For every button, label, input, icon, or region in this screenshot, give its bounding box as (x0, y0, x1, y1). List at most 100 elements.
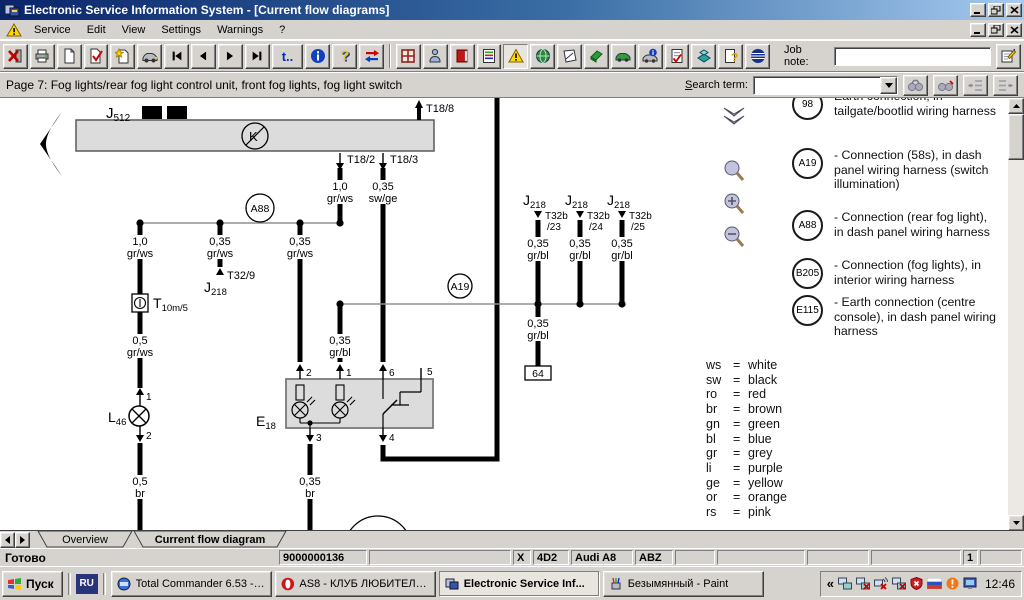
vehicle-data-button[interactable] (611, 44, 636, 69)
new-document-button[interactable] (57, 44, 82, 69)
modules-button[interactable] (396, 44, 421, 69)
tray-collapse-icon[interactable]: « (827, 576, 834, 591)
network-error2-icon[interactable] (892, 577, 906, 590)
combo-dropdown-button[interactable] (880, 77, 897, 94)
tab-overview[interactable]: Overview (38, 531, 132, 547)
nav-next-button[interactable] (218, 44, 243, 69)
manuals-button[interactable] (450, 44, 475, 69)
job-note-label: Job note: (784, 44, 829, 68)
svg-text:4: 4 (389, 433, 395, 444)
swap-button[interactable] (359, 44, 384, 69)
scroll-down-button[interactable] (1008, 515, 1024, 530)
tab-scroll-right-button[interactable] (15, 532, 30, 548)
tab-scroll-left-button[interactable] (0, 532, 15, 548)
edit-document-button[interactable] (84, 44, 109, 69)
child-restore-button[interactable] (988, 23, 1004, 37)
search-term-value[interactable] (754, 77, 880, 94)
equals-sign: = (733, 402, 748, 417)
color-name: brown (748, 402, 787, 417)
menu-help[interactable]: ? (271, 22, 293, 38)
document-warning-icon[interactable] (6, 23, 22, 37)
network-error-icon[interactable] (856, 577, 870, 590)
task-total-commander[interactable]: Total Commander 6.53 - ... (111, 571, 272, 597)
nav-prev-button[interactable] (191, 44, 216, 69)
svg-text:2: 2 (306, 368, 312, 379)
vertical-scrollbar[interactable] (1008, 98, 1024, 530)
wireless-error-icon[interactable] (874, 577, 888, 590)
document-help-button[interactable]: ? (718, 44, 743, 69)
connection-code-badge: A88 (792, 210, 823, 241)
vehicle-info-button[interactable] (638, 44, 663, 69)
application-window: Electronic Service Information System - … (0, 0, 1024, 600)
svg-text:2: 2 (146, 431, 152, 442)
indent-next-button[interactable] (993, 75, 1018, 96)
workshop-icon (696, 48, 712, 64)
menu-view[interactable]: View (114, 22, 154, 38)
checklist-button[interactable] (665, 44, 690, 69)
zoom-in-icon[interactable] (722, 192, 746, 216)
nav-last-button[interactable] (245, 44, 270, 69)
vehicle-button[interactable] (137, 44, 162, 69)
wire-e18-pin2: 0,35 gr/ws (287, 223, 314, 362)
menu-edit[interactable]: Edit (79, 22, 114, 38)
network-icon[interactable] (838, 577, 852, 590)
job-note-input[interactable] (834, 47, 991, 66)
k-symbol: K (249, 129, 258, 144)
search-button[interactable] (903, 75, 928, 96)
taskbar: Пуск RU Total Commander 6.53 - ... AS8 -… (0, 566, 1024, 600)
zoom-icon[interactable] (722, 159, 746, 183)
warnings-button[interactable] (503, 44, 528, 69)
close-button[interactable] (1006, 3, 1022, 17)
page-back-arrow[interactable] (40, 112, 62, 176)
history-button[interactable]: t.. (272, 44, 304, 69)
checklist-icon (669, 48, 685, 64)
menu-warnings[interactable]: Warnings (209, 22, 271, 38)
taskbar-separator (103, 573, 106, 595)
task-browser[interactable]: AS8 - КЛУБ ЛЮБИТЕЛЕ... (275, 571, 436, 597)
language-indicator[interactable]: RU (76, 574, 98, 594)
search-term-combo[interactable] (753, 76, 898, 95)
customer-button[interactable] (423, 44, 448, 69)
restore-button[interactable] (988, 3, 1004, 17)
help-button[interactable]: ?? (332, 44, 357, 69)
indent-prev-button[interactable] (963, 75, 988, 96)
print-button[interactable] (30, 44, 55, 69)
sphere-icon (750, 48, 766, 64)
document-list-button[interactable] (477, 44, 502, 69)
workshop-button[interactable] (691, 44, 716, 69)
diagram-area[interactable]: K J512 3 8 T18/8 T18/2 1 (0, 97, 1024, 530)
svg-text:sw/ge: sw/ge (369, 193, 398, 205)
security-alert-icon[interactable] (910, 577, 923, 590)
start-button[interactable]: Пуск (2, 571, 63, 597)
zoom-out-icon[interactable] (722, 225, 746, 249)
tab-current-flow-diagram[interactable]: Current flow diagram (134, 531, 286, 547)
svg-text:br: br (135, 488, 145, 500)
scrollbar-thumb[interactable] (1008, 114, 1024, 160)
menu-service[interactable]: Service (26, 22, 79, 38)
job-note-edit-button[interactable] (996, 44, 1021, 69)
display-icon[interactable] (963, 577, 977, 590)
minimize-button[interactable] (970, 3, 986, 17)
alert-icon[interactable] (946, 577, 959, 590)
eraser-button[interactable] (584, 44, 609, 69)
color-abbr: ge (706, 476, 733, 491)
note-button[interactable] (557, 44, 582, 69)
child-minimize-button[interactable] (970, 23, 986, 37)
legend-item: B205 - Connection (fog lights), in inter… (792, 258, 996, 289)
menu-settings[interactable]: Settings (153, 22, 209, 38)
svg-text:/24: /24 (589, 222, 603, 233)
task-paint[interactable]: Безымянный - Paint (603, 571, 764, 597)
info-button[interactable] (305, 44, 330, 69)
web-button[interactable] (745, 44, 770, 69)
exit-button[interactable] (3, 44, 28, 69)
ru-flag-icon[interactable] (927, 578, 942, 589)
nav-first-button[interactable] (164, 44, 189, 69)
expand-down-icon[interactable] (722, 106, 746, 128)
search-next-button[interactable] (933, 75, 958, 96)
svg-text:A88: A88 (251, 203, 270, 215)
task-elsa[interactable]: Electronic Service Inf... (439, 571, 600, 597)
scroll-up-button[interactable] (1008, 98, 1024, 114)
new-note-button[interactable] (110, 44, 135, 69)
globe-button[interactable] (530, 44, 555, 69)
child-close-button[interactable] (1006, 23, 1022, 37)
